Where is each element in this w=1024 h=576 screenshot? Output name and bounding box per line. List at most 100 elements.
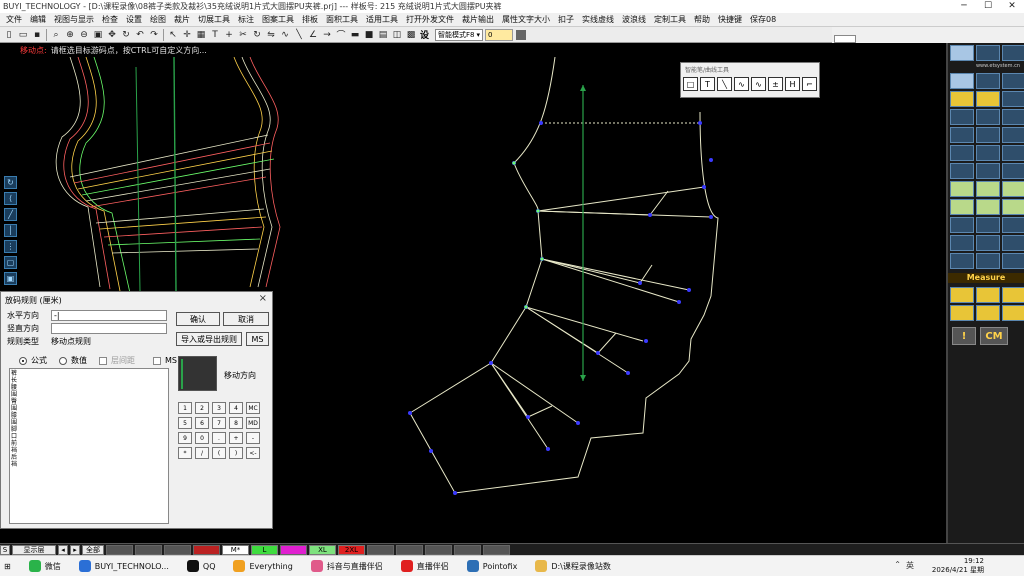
grid-icon[interactable]: ▦ [195,29,207,41]
line-tool-8-icon[interactable] [976,163,1000,179]
next-icon[interactable]: ▸ [70,544,80,555]
blank-tool-icon[interactable] [1002,73,1024,89]
xy-tool-icon[interactable] [950,109,974,125]
menu-item[interactable]: 视图与显示 [50,14,98,25]
size-xl[interactable]: XL [309,544,336,555]
apply-icon[interactable] [516,29,527,40]
horizontal-input[interactable]: -| [51,310,167,321]
settings-label[interactable]: 设 [420,28,429,41]
menu-item[interactable]: 属性文字大小 [498,14,554,25]
all-layers-button[interactable]: 全部 [82,544,104,555]
taskbar-app[interactable]: QQ [183,556,220,576]
measure-tool-4-icon[interactable] [950,305,974,321]
notch-tool-1-icon[interactable] [950,181,974,197]
palette-tool-icon[interactable]: H [785,77,800,91]
value-radio[interactable] [59,356,67,365]
tool-frame-icon[interactable]: ▣ [4,272,17,285]
line-tool-5-icon[interactable] [976,145,1000,161]
tool-line-icon[interactable]: ╱ [4,208,17,221]
angle-icon[interactable]: ∠ [307,29,319,41]
pointer-icon[interactable]: ↖ [167,29,179,41]
move-icon[interactable]: ✛ [181,29,193,41]
vertical-input[interactable] [51,323,167,334]
rule-list-item[interactable]: 腰围 [11,384,19,398]
notch-tool-3-icon[interactable] [1002,181,1024,197]
line-icon[interactable]: ╲ [293,29,305,41]
cross-icon[interactable]: + [223,29,235,41]
tool-split-icon[interactable]: ⋮ [4,240,17,253]
menu-item[interactable]: 裁片 [170,14,194,25]
ruler-icon[interactable]: ▬ [349,29,361,41]
menu-item[interactable]: 图案工具 [258,14,298,25]
layer-swatch[interactable] [135,544,162,555]
size-m[interactable]: M* [222,544,249,555]
layer-swatch[interactable] [164,544,191,555]
keypad-key[interactable]: 0 [195,432,209,444]
keypad-key[interactable]: 5 [178,417,192,429]
folder-tool-icon[interactable] [976,91,1000,107]
image-icon[interactable] [1002,45,1024,61]
arrow-tool-1-icon[interactable] [950,217,974,233]
palette-tool-icon[interactable]: ∿ [734,77,749,91]
taskbar-app[interactable]: D:\课程录像站数 [531,556,615,576]
arrow-tool-8-icon[interactable] [976,253,1000,269]
taskbar-app[interactable]: Pointofix [463,556,522,576]
rule-list-item[interactable]: 脚口 [11,426,19,440]
menu-item[interactable]: 排板 [298,14,322,25]
keypad-key[interactable]: * [178,447,192,459]
rect-tool-icon[interactable] [950,73,974,89]
tool-vertical-icon[interactable]: │ [4,224,17,237]
layer-swatch[interactable] [425,544,452,555]
menu-item[interactable]: 标注 [234,14,258,25]
layer-icon[interactable]: ▤ [377,29,389,41]
maximize-icon[interactable]: ☐ [976,0,1000,13]
unit-toggle-icon[interactable]: ! [952,327,976,345]
mirror-icon[interactable]: ⇋ [265,29,277,41]
rule-list-item[interactable]: 膝围 [11,412,19,426]
zoom-out-icon[interactable]: ⊖ [78,29,90,41]
menu-item[interactable]: 适用工具 [362,14,402,25]
menu-item[interactable]: 面积工具 [322,14,362,25]
table-tool-icon[interactable] [950,91,974,107]
fit-icon[interactable]: ▣ [92,29,104,41]
palette-tool-icon[interactable]: ╲ [717,77,732,91]
color-icon[interactable]: ■ [363,29,375,41]
arrow-icon[interactable]: → [321,29,333,41]
rule-list-item[interactable]: 后裆 [11,454,19,468]
keypad-key[interactable]: MC [246,402,260,414]
line-tool-1-icon[interactable] [950,127,974,143]
needle-tool-icon[interactable] [976,109,1000,125]
line-tool-3-icon[interactable] [1002,127,1024,143]
layer-swatch[interactable] [367,544,394,555]
keypad-key[interactable]: ( [212,447,226,459]
zoom-in-icon[interactable]: ⊕ [64,29,76,41]
rule-list[interactable]: 裤长 腰围 臀围 膝围 脚口 前裆 后裆 [9,368,169,524]
taskbar-app[interactable]: 直播伴侣 [397,556,453,576]
rule-list-item[interactable]: 臀围 [11,398,19,412]
target-icon[interactable] [950,45,974,61]
unit-cm-button[interactable]: CM [980,327,1008,345]
keypad-key[interactable]: MD [246,417,260,429]
keypad-key[interactable]: 6 [195,417,209,429]
taskbar-app[interactable]: 抖音与直播伴侣 [307,556,387,576]
notch-tool-2-icon[interactable] [976,181,1000,197]
cut-icon[interactable]: ✂ [237,29,249,41]
button-tool-1-icon[interactable] [950,199,974,215]
undo-icon[interactable]: ↶ [134,29,146,41]
line-tool-2-icon[interactable] [976,127,1000,143]
arrow-tool-9-icon[interactable] [1002,253,1024,269]
clock[interactable]: 19:12 2026/4/21 星期 [932,557,984,575]
layer-swatch[interactable] [454,544,481,555]
minimize-icon[interactable]: ─ [952,0,976,13]
button-tool-2-icon[interactable] [976,199,1000,215]
tool-square-icon[interactable]: ▢ [4,256,17,269]
line-tool-7-icon[interactable] [950,163,974,179]
keypad-key[interactable]: <- [246,447,260,459]
menu-item[interactable]: 设置 [122,14,146,25]
rule-list-item[interactable]: 前裆 [11,440,19,454]
measure-tool-3-icon[interactable] [1002,287,1024,303]
keypad-key[interactable]: + [229,432,243,444]
text-icon[interactable]: T [209,29,221,41]
layer-s-button[interactable]: S [0,544,10,555]
size-l[interactable]: L [251,544,278,555]
